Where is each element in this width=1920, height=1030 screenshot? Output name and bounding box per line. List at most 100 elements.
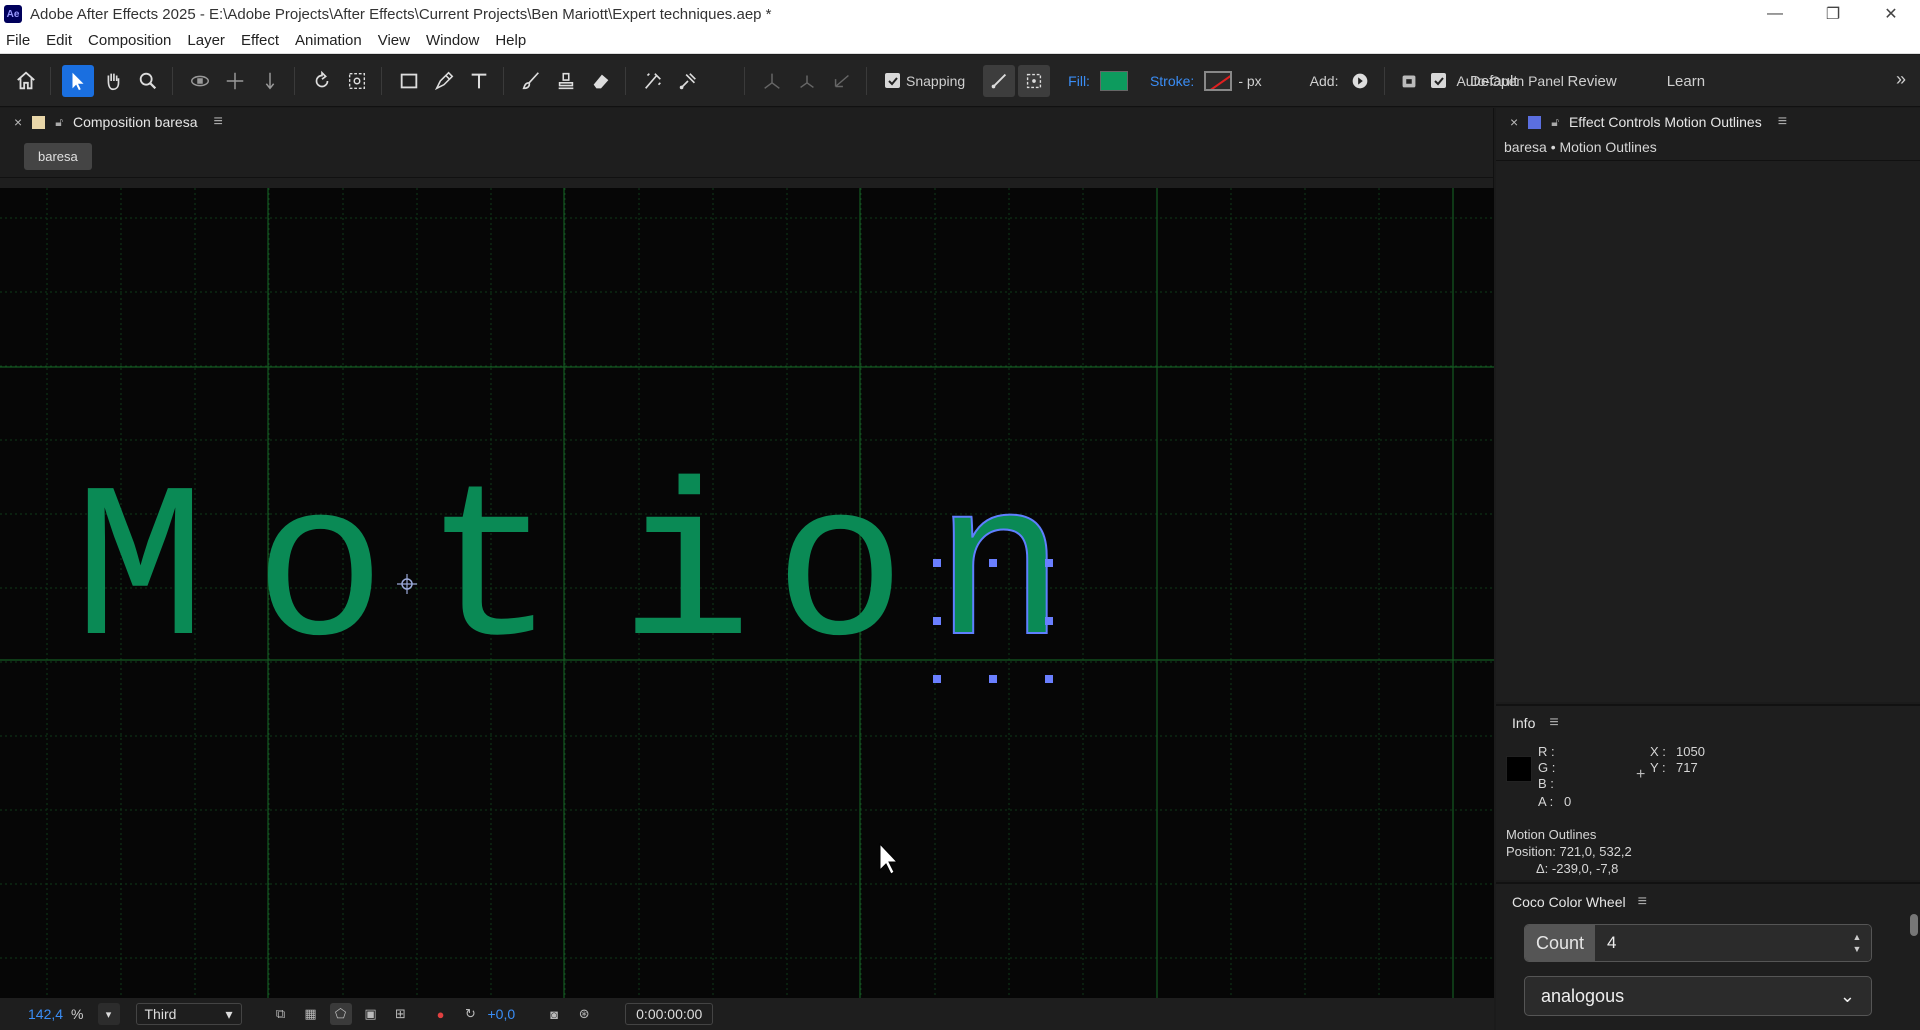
local-axis-mode-icon[interactable] (756, 65, 788, 97)
composition-viewer[interactable]: Motion (0, 188, 1494, 998)
fill-color-swatch[interactable] (1099, 70, 1128, 91)
a-label: A : (1538, 794, 1554, 809)
b-label: B : (1538, 776, 1554, 791)
menu-edit[interactable]: Edit (38, 32, 80, 49)
panel-menu-icon[interactable]: ≡ (1638, 893, 1647, 911)
orbit-camera-icon[interactable] (184, 65, 216, 97)
count-stepper[interactable]: Count 4 ▲ ▼ (1524, 924, 1872, 962)
home-icon[interactable] (10, 65, 42, 97)
transform-handle (1045, 675, 1053, 683)
magnification-dropdown-icon[interactable]: ▾ (97, 1003, 120, 1025)
selection-tool-icon[interactable] (62, 64, 94, 97)
magnification-unit: % (71, 1006, 84, 1022)
effect-controls-tab[interactable]: × 🔓︎ Effect Controls Motion Outlines ≡ (1496, 108, 1920, 136)
panel-menu-icon[interactable]: ≡ (1549, 714, 1558, 732)
grid-toggle-icon[interactable]: ⊞ (390, 1003, 412, 1025)
reset-exposure-icon[interactable]: ↻ (460, 1003, 482, 1025)
more-workspaces-icon[interactable]: » (1896, 69, 1906, 90)
layer-panel-icon[interactable] (1393, 65, 1425, 97)
composition-tab[interactable]: × 🔓︎ Composition baresa ≡ (0, 108, 1493, 136)
menu-window[interactable]: Window (418, 32, 487, 49)
toolbar-divider (172, 66, 173, 95)
lock-icon[interactable]: 🔓︎ (55, 115, 63, 130)
lock-icon[interactable]: 🔓︎ (1551, 115, 1559, 130)
exposure-value[interactable]: +0,0 (488, 1006, 516, 1022)
puppet-tool-icon[interactable] (672, 65, 704, 97)
toolbar-divider (50, 66, 51, 95)
current-time-display[interactable]: 0:00:00:00 (625, 1003, 714, 1025)
workspace-review[interactable]: Review (1568, 73, 1617, 90)
after-effects-window: Ae Adobe After Effects 2025 - E:\Adobe P… (0, 0, 1920, 1030)
composition-panel: × 🔓︎ Composition baresa ≡ baresa Motion (0, 108, 1494, 1030)
brush-tool-icon[interactable] (515, 65, 547, 97)
minimize-button[interactable]: — (1746, 0, 1804, 28)
panel-menu-icon[interactable]: ≡ (1778, 113, 1787, 131)
close-window-button[interactable]: ✕ (1862, 0, 1920, 28)
snap-edges-icon[interactable] (983, 64, 1016, 97)
stroke-color-swatch[interactable] (1204, 70, 1233, 91)
composition-tab-title: Composition baresa (72, 114, 198, 130)
workspace-default[interactable]: Default (1470, 73, 1518, 90)
auto-open-panel-checkbox[interactable] (1431, 73, 1447, 88)
show-snapshot-icon[interactable]: ⊛ (573, 1003, 595, 1025)
x-label: X : (1650, 744, 1666, 759)
panel-scrollbar[interactable] (1910, 914, 1918, 936)
mask-path-visibility-icon[interactable]: ⬠ (329, 1003, 352, 1025)
snapping-checkbox[interactable] (885, 73, 900, 88)
resolution-value: Third (144, 1006, 177, 1022)
info-position: Position: 721,0, 532,2 (1506, 844, 1632, 859)
magnification-value[interactable]: 142,4 (28, 1006, 63, 1022)
menu-effect[interactable]: Effect (233, 32, 287, 49)
roto-brush-tool-icon[interactable] (637, 65, 669, 97)
menu-layer[interactable]: Layer (179, 32, 233, 49)
clone-stamp-tool-icon[interactable] (550, 65, 582, 97)
chevron-up-icon[interactable]: ▲ (1853, 931, 1862, 943)
stroke-width-value[interactable]: - px (1238, 73, 1261, 89)
stroke-label[interactable]: Stroke: (1150, 73, 1194, 89)
panel-menu-icon[interactable]: ≡ (213, 113, 222, 131)
pen-tool-icon[interactable] (428, 65, 460, 97)
restore-button[interactable]: ❐ (1804, 0, 1862, 28)
fill-label[interactable]: Fill: (1068, 73, 1090, 89)
count-input[interactable]: 4 (1595, 925, 1843, 961)
rectangle-tool-icon[interactable] (393, 65, 425, 97)
transparency-grid-icon[interactable]: ▦ (300, 1003, 322, 1025)
menu-help[interactable]: Help (487, 32, 534, 49)
rotation-tool-icon[interactable] (306, 65, 338, 97)
transform-handle (933, 617, 941, 625)
workspace-learn[interactable]: Learn (1667, 73, 1705, 90)
channels-icon[interactable]: ● (430, 1003, 452, 1025)
info-panel: Info ≡ R : G : B : A : 0 + X : 1050 Y : … (1496, 704, 1920, 880)
count-spin-buttons[interactable]: ▲ ▼ (1843, 925, 1871, 961)
pan-camera-icon[interactable] (219, 65, 251, 97)
composition-crumb[interactable]: baresa (24, 143, 92, 170)
dolly-camera-icon[interactable] (254, 65, 286, 97)
zoom-tool-icon[interactable] (132, 65, 164, 97)
world-axis-mode-icon[interactable] (791, 65, 823, 97)
add-label: Add: (1309, 72, 1339, 89)
menu-animation[interactable]: Animation (287, 32, 370, 49)
type-tool-icon[interactable] (463, 65, 495, 97)
close-tab-icon[interactable]: × (14, 114, 22, 130)
add-property-icon[interactable] (1344, 65, 1376, 97)
resolution-select[interactable]: Third ▾ (135, 1003, 242, 1025)
guides-icon[interactable]: ▣ (360, 1003, 382, 1025)
hand-tool-icon[interactable] (97, 65, 129, 97)
workspace-switcher: Default Review Learn (1470, 55, 1755, 107)
region-of-interest-icon[interactable]: ⧉ (270, 1003, 292, 1025)
snap-features-icon[interactable] (1018, 64, 1051, 97)
snapshot-camera-icon[interactable]: ◙ (543, 1003, 565, 1025)
anchor-point-tool-icon[interactable] (341, 65, 373, 97)
info-color-readout: R : G : B : A : 0 + X : 1050 Y : 717 (1496, 740, 1920, 826)
menu-file[interactable]: File (0, 32, 38, 49)
menu-composition[interactable]: Composition (80, 32, 179, 49)
view-axis-mode-icon[interactable] (826, 65, 858, 97)
eraser-tool-icon[interactable] (585, 65, 617, 97)
transform-handle (1045, 559, 1053, 567)
toolbar-divider (294, 66, 295, 95)
menu-view[interactable]: View (370, 32, 418, 49)
close-tab-icon[interactable]: × (1510, 114, 1518, 130)
chevron-down-icon[interactable]: ▼ (1853, 943, 1862, 955)
text-letter: t (424, 451, 556, 700)
color-scheme-select[interactable]: analogous ⌄ (1524, 976, 1872, 1016)
